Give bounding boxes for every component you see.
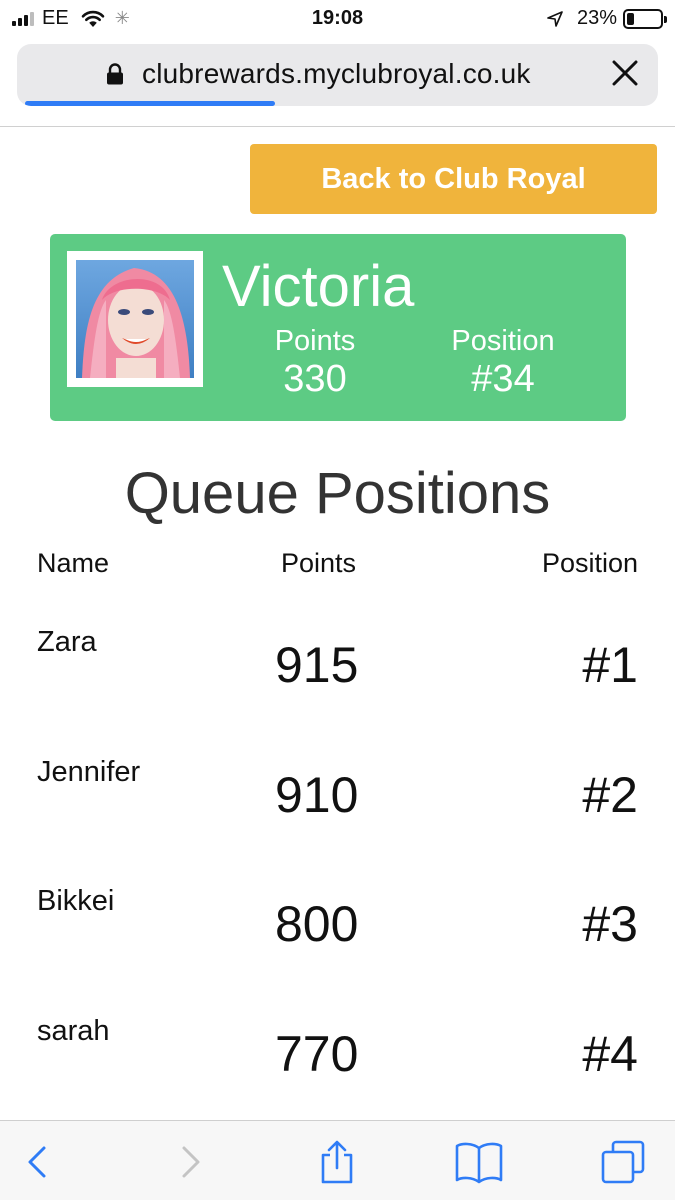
profile-position: Position #34 (418, 324, 588, 400)
battery-icon (623, 8, 667, 29)
position-label: Position (451, 325, 555, 357)
lock-icon (107, 63, 123, 85)
share-icon[interactable] (310, 1135, 364, 1189)
points-value: 330 (283, 358, 347, 400)
row-position: #3 (582, 896, 638, 952)
bookmarks-icon[interactable] (452, 1135, 506, 1189)
queue-title: Queue Positions (124, 461, 551, 526)
column-header-name: Name (37, 548, 110, 578)
row-name: sarah (37, 1015, 110, 1047)
row-position: #1 (582, 637, 638, 693)
table-row: Zara 915 #1 (0, 626, 675, 726)
address-bar[interactable]: clubrewards.myclubroyal.co.uk (17, 44, 658, 106)
profile-name: Victoria (222, 254, 415, 319)
row-position: #4 (582, 1026, 638, 1082)
avatar (76, 260, 194, 378)
forward-icon[interactable] (162, 1135, 216, 1189)
position-value: #34 (471, 358, 535, 400)
location-arrow-icon (547, 10, 563, 27)
row-points: 770 (275, 1026, 359, 1082)
back-icon[interactable] (12, 1135, 66, 1189)
row-name: Zara (37, 626, 97, 658)
status-bar: EE ✳ 19:08 23% (0, 0, 675, 38)
status-right: 23% (547, 7, 667, 30)
column-header-points: Points (281, 548, 357, 578)
table-row: Jennifer 910 #2 (0, 756, 675, 856)
row-points: 910 (275, 767, 359, 823)
back-to-club-royal-button[interactable]: Back to Club Royal (250, 144, 657, 214)
tabs-icon[interactable] (596, 1135, 650, 1189)
row-points: 800 (275, 896, 359, 952)
browser-toolbar (0, 1120, 675, 1200)
profile-card: Victoria Points 330 Position #34 (50, 234, 626, 421)
header-divider (0, 126, 675, 127)
column-header-position: Position (541, 548, 638, 578)
url-text[interactable]: clubrewards.myclubroyal.co.uk (142, 58, 531, 90)
table-row: sarah 770 #4 (0, 1015, 675, 1115)
row-name: Jennifer (37, 756, 141, 788)
row-points: 915 (275, 637, 359, 693)
row-name: Bikkei (37, 885, 115, 917)
battery-percent: 23% (576, 7, 617, 29)
table-row: Bikkei 800 #3 (0, 885, 675, 985)
points-label: Points (274, 325, 356, 357)
page-load-progress (25, 101, 275, 106)
profile-points: Points 330 (230, 324, 400, 400)
row-position: #2 (582, 767, 638, 823)
close-icon[interactable] (608, 56, 642, 90)
avatar-frame (67, 251, 203, 387)
